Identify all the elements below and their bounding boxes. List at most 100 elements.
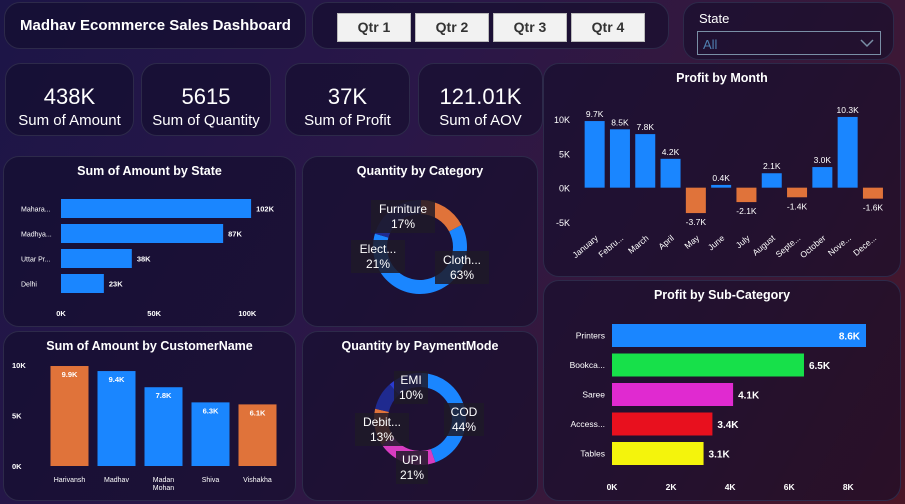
bar bbox=[736, 187, 757, 203]
data-label: 4.2K bbox=[662, 147, 680, 157]
subcat-chart-panel: Profit by Sub-Category Printers 8.6K Bookc… bbox=[543, 280, 901, 501]
tick-label: 0K bbox=[559, 184, 570, 194]
data-label: 10.3K bbox=[837, 105, 860, 115]
data-label: 9.7K bbox=[586, 109, 604, 119]
kpi-value: 37K bbox=[327, 84, 368, 109]
data-label: 102K bbox=[256, 205, 275, 214]
category-label: Uttar Pr... bbox=[21, 257, 51, 264]
category-label: Vishakha bbox=[243, 477, 272, 484]
data-label: 38K bbox=[137, 255, 151, 264]
qtr-1-button[interactable]: Qtr 1 bbox=[337, 13, 411, 42]
tick-label: 8K bbox=[843, 482, 855, 492]
bar bbox=[711, 184, 732, 188]
data-label: -3.7K bbox=[686, 217, 707, 227]
kpi-card-aov: 121.01K Sum of AOV bbox=[418, 63, 543, 136]
payment-donut-chart: COD44% UPI21% Debit...13% EMI10% bbox=[355, 371, 484, 484]
category-label: Bookca... bbox=[570, 360, 605, 370]
tick-label: 10K bbox=[12, 361, 26, 370]
data-label: 6.1K bbox=[250, 408, 266, 417]
kpi-label: Sum of Amount bbox=[18, 112, 121, 129]
kpi-value: 5615 bbox=[181, 84, 231, 109]
bar bbox=[612, 324, 866, 347]
kpi-card-profit: 37K Sum of Profit bbox=[285, 63, 410, 136]
tick-label: -5K bbox=[556, 218, 570, 228]
category-label: January bbox=[570, 232, 600, 260]
tick-label: 100K bbox=[238, 309, 257, 318]
category-label: Dece... bbox=[851, 233, 878, 258]
data-label: -1.6K bbox=[863, 203, 884, 213]
slice-label: EMI bbox=[400, 373, 421, 387]
tick-label: 0K bbox=[56, 309, 66, 318]
data-label: 3.4K bbox=[717, 420, 739, 431]
state-filter-label: State bbox=[699, 11, 730, 26]
category-label: Febru... bbox=[596, 233, 625, 259]
category-label: Tables bbox=[580, 449, 605, 459]
payment-chart-panel: Quantity by PaymentMode COD 44% UPI 21% Debi… bbox=[302, 331, 538, 501]
state-dropdown[interactable]: All bbox=[697, 31, 881, 55]
data-label: 6.3K bbox=[203, 406, 219, 415]
bar bbox=[635, 134, 656, 188]
data-label: 9.4K bbox=[109, 375, 125, 384]
data-label: 87K bbox=[228, 230, 242, 239]
slice-label: Furniture bbox=[379, 202, 427, 216]
data-label: -1.4K bbox=[787, 201, 808, 211]
customer-bar-chart: 0K 5K 10K 9.9K Harivansh 9.4K Madhav 7.8K MadanM… bbox=[12, 361, 277, 492]
month-bar-chart: -5K 0K 5K 10K 9.7K January 8.5K Febru... 7.8K Mar… bbox=[554, 105, 884, 260]
category-label: Septe... bbox=[773, 233, 802, 260]
tick-label: 5K bbox=[559, 149, 570, 159]
slice-label: COD bbox=[451, 405, 478, 419]
slice-pct: 21% bbox=[400, 468, 424, 482]
bar bbox=[837, 116, 858, 188]
category-label: August bbox=[750, 232, 777, 257]
category-chart-panel: Quantity by Category Cloth... 63% Elect...… bbox=[302, 156, 538, 327]
kpi-card-amount: 438K Sum of Amount bbox=[5, 63, 134, 136]
chevron-down-icon bbox=[860, 39, 874, 48]
subcat-bar-chart: Printers 8.6K Bookca... 6.5K Saree 4.1K Access… bbox=[570, 324, 866, 492]
bar bbox=[609, 129, 630, 188]
slice-pct: 10% bbox=[399, 388, 423, 402]
kpi-card-quantity: 5615 Sum of Quantity bbox=[141, 63, 271, 136]
category-label: Harivansh bbox=[54, 477, 86, 484]
category-label: April bbox=[656, 233, 676, 252]
slice-label: Cloth... bbox=[443, 253, 481, 267]
bar bbox=[612, 353, 804, 377]
bar bbox=[787, 187, 808, 198]
bar bbox=[50, 366, 89, 466]
data-label: 8.6K bbox=[839, 332, 861, 343]
bar bbox=[761, 173, 782, 188]
data-label: 7.8K bbox=[156, 391, 172, 400]
bar bbox=[685, 187, 706, 214]
month-chart-panel: Profit by Month -5K 0K 5K 10K 9.7K January 8.5… bbox=[543, 63, 901, 277]
tick-label: 10K bbox=[554, 115, 570, 125]
slice-label: Elect... bbox=[360, 242, 397, 256]
bar bbox=[862, 187, 883, 199]
category-label: Printers bbox=[576, 331, 605, 341]
category-label: July bbox=[734, 232, 753, 250]
tick-label: 4K bbox=[725, 482, 737, 492]
category-label: Madan bbox=[153, 477, 175, 484]
bar bbox=[97, 371, 136, 466]
quarter-slicer: Qtr 1 Qtr 2 Qtr 3 Qtr 4 bbox=[312, 2, 669, 49]
qtr-3-button[interactable]: Qtr 3 bbox=[493, 13, 567, 42]
tick-label: 5K bbox=[12, 412, 22, 421]
data-label: 3.0K bbox=[814, 155, 832, 165]
qtr-2-button[interactable]: Qtr 2 bbox=[415, 13, 489, 42]
category-label: Mahara... bbox=[21, 207, 51, 214]
data-label: 3.1K bbox=[709, 450, 731, 461]
tick-label: 2K bbox=[666, 482, 678, 492]
kpi-label: Sum of AOV bbox=[439, 112, 522, 129]
bar bbox=[612, 412, 713, 436]
data-label: 7.8K bbox=[637, 122, 655, 132]
data-label: 23K bbox=[109, 280, 123, 289]
category-label: Madhya... bbox=[21, 232, 52, 239]
slice-pct: 17% bbox=[391, 217, 415, 231]
state-dropdown-value: All bbox=[703, 37, 718, 52]
category-label: March bbox=[626, 233, 651, 256]
qtr-4-button[interactable]: Qtr 4 bbox=[571, 13, 645, 42]
category-label: Delhi bbox=[21, 282, 37, 289]
slice-label: UPI bbox=[402, 453, 422, 467]
bar bbox=[61, 249, 132, 268]
tick-label: 6K bbox=[784, 482, 796, 492]
slice-pct: 44% bbox=[452, 420, 476, 434]
customer-chart-panel: Sum of Amount by CustomerName 0K 5K 10K 9.9… bbox=[3, 331, 296, 501]
